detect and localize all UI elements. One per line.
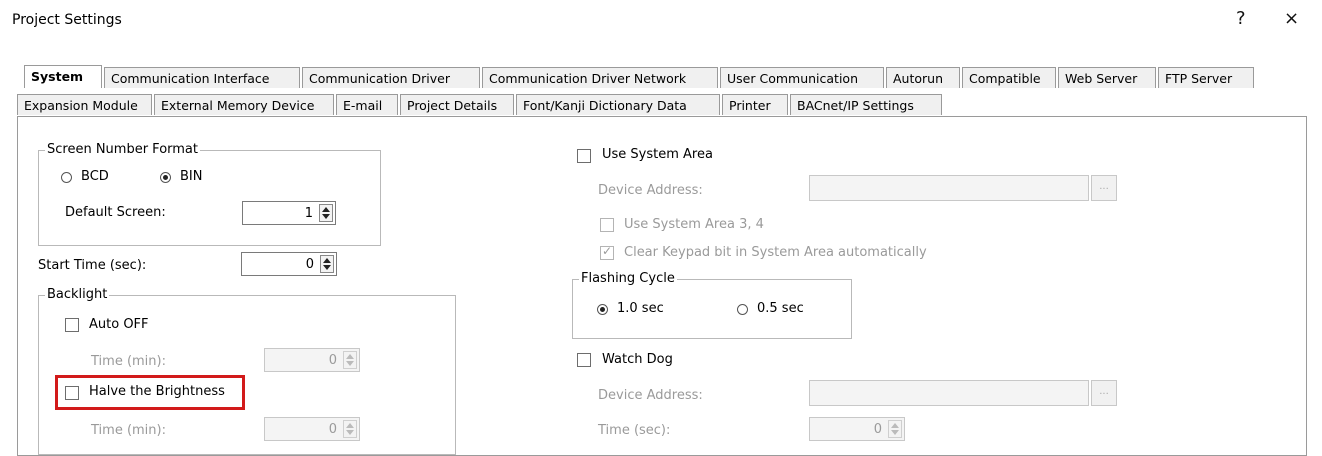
auto-off-checkbox[interactable] <box>65 318 79 332</box>
watch-dog-checkbox[interactable] <box>577 353 591 367</box>
use-system-area-checkbox[interactable] <box>577 149 591 163</box>
spin-up-icon[interactable] <box>891 423 899 428</box>
flashing-1-0-label: 1.0 sec <box>617 301 664 316</box>
spin-up-icon[interactable] <box>346 354 354 359</box>
tab-expansion-module[interactable]: Expansion Module <box>17 94 152 115</box>
backlight-time2-spin-buttons[interactable] <box>343 420 357 438</box>
screen-number-format-label: Screen Number Format <box>45 142 200 157</box>
flashing-0-5-label: 0.5 sec <box>757 301 804 316</box>
system-area-browse-button[interactable]: ... <box>1091 175 1117 201</box>
bin-label: BIN <box>180 169 203 184</box>
backlight-time1-spin-buttons[interactable] <box>343 351 357 369</box>
flashing-cycle-group: Flashing Cycle 1.0 sec 0.5 sec <box>572 271 852 339</box>
halve-brightness-highlight <box>55 375 245 410</box>
watch-dog-browse-button[interactable]: ... <box>1091 380 1117 406</box>
start-time-label: Start Time (sec): <box>38 258 147 273</box>
flashing-1-0-radio[interactable] <box>597 304 608 315</box>
backlight-time2-value: 0 <box>328 422 337 437</box>
tab-autorun[interactable]: Autorun <box>886 67 960 88</box>
spin-down-icon[interactable] <box>322 214 330 219</box>
tab-system[interactable]: System <box>24 65 102 88</box>
backlight-time1-value: 0 <box>328 353 337 368</box>
tab-communication-driver-network[interactable]: Communication Driver Network <box>482 67 718 88</box>
start-time-spin-buttons[interactable] <box>320 255 334 273</box>
backlight-time1-label: Time (min): <box>91 354 166 369</box>
tab-communication-interface[interactable]: Communication Interface <box>104 67 300 88</box>
spin-down-icon[interactable] <box>346 430 354 435</box>
flashing-cycle-label: Flashing Cycle <box>579 271 677 286</box>
system-tab-panel: Screen Number Format BCD BIN Default Scr… <box>17 116 1307 456</box>
backlight-time2-stepper[interactable]: 0 <box>264 417 360 441</box>
screen-number-format-group: Screen Number Format BCD BIN Default Scr… <box>38 142 381 246</box>
tab-printer[interactable]: Printer <box>722 94 788 115</box>
spin-up-icon[interactable] <box>322 207 330 212</box>
tab-font-kanji-dictionary[interactable]: Font/Kanji Dictionary Data <box>516 94 720 115</box>
tab-communication-driver[interactable]: Communication Driver <box>302 67 480 88</box>
clear-keypad-label: Clear Keypad bit in System Area automati… <box>624 245 927 260</box>
watch-dog-time-label: Time (sec): <box>598 423 671 438</box>
system-area-device-address-field[interactable] <box>809 175 1089 201</box>
help-button[interactable]: ? <box>1236 8 1246 29</box>
spin-down-icon[interactable] <box>323 265 331 270</box>
watch-dog-time-stepper[interactable]: 0 <box>809 417 905 441</box>
use-system-area-34-checkbox[interactable] <box>600 218 614 232</box>
tab-email[interactable]: E-mail <box>336 94 398 115</box>
watch-dog-time-spin-buttons[interactable] <box>888 420 902 438</box>
start-time-stepper[interactable]: 0 <box>241 252 337 276</box>
tab-bacnet-ip-settings[interactable]: BACnet/IP Settings <box>790 94 942 115</box>
clear-keypad-checkbox[interactable]: ✓ <box>600 244 614 260</box>
tab-web-server[interactable]: Web Server <box>1058 67 1156 88</box>
window-title: Project Settings <box>12 12 122 28</box>
tab-ftp-server[interactable]: FTP Server <box>1158 67 1254 88</box>
tab-external-memory-device[interactable]: External Memory Device <box>154 94 334 115</box>
tab-user-communication[interactable]: User Communication <box>720 67 884 88</box>
spin-up-icon[interactable] <box>323 258 331 263</box>
system-area-device-address-label: Device Address: <box>598 183 703 198</box>
title-bar: Project Settings ? × <box>0 0 1322 40</box>
watch-dog-time-value: 0 <box>873 422 882 437</box>
flashing-0-5-radio[interactable] <box>737 304 748 315</box>
use-system-area-34-label: Use System Area 3, 4 <box>624 217 764 232</box>
watch-dog-label: Watch Dog <box>602 352 673 367</box>
start-time-value: 0 <box>305 257 314 272</box>
use-system-area-label: Use System Area <box>602 147 713 162</box>
close-button[interactable]: × <box>1284 8 1299 29</box>
default-screen-value: 1 <box>304 206 313 221</box>
spin-up-icon[interactable] <box>346 423 354 428</box>
tab-project-details[interactable]: Project Details <box>400 94 514 115</box>
checkmark-icon: ✓ <box>602 244 613 258</box>
watch-dog-device-address-field[interactable] <box>809 380 1089 406</box>
default-screen-stepper[interactable]: 1 <box>242 201 336 225</box>
auto-off-label: Auto OFF <box>89 317 149 332</box>
spin-down-icon[interactable] <box>346 361 354 366</box>
spin-down-icon[interactable] <box>891 430 899 435</box>
tab-compatible[interactable]: Compatible <box>962 67 1056 88</box>
bcd-label: BCD <box>81 169 109 184</box>
backlight-label: Backlight <box>45 287 110 302</box>
default-screen-spin-buttons[interactable] <box>319 204 333 222</box>
backlight-time1-stepper[interactable]: 0 <box>264 348 360 372</box>
bin-radio[interactable] <box>160 172 171 183</box>
watch-dog-device-address-label: Device Address: <box>598 388 703 403</box>
bcd-radio[interactable] <box>61 172 72 183</box>
default-screen-label: Default Screen: <box>65 205 166 220</box>
backlight-time2-label: Time (min): <box>91 423 166 438</box>
project-settings-window: Project Settings ? × System Communicatio… <box>0 0 1322 456</box>
